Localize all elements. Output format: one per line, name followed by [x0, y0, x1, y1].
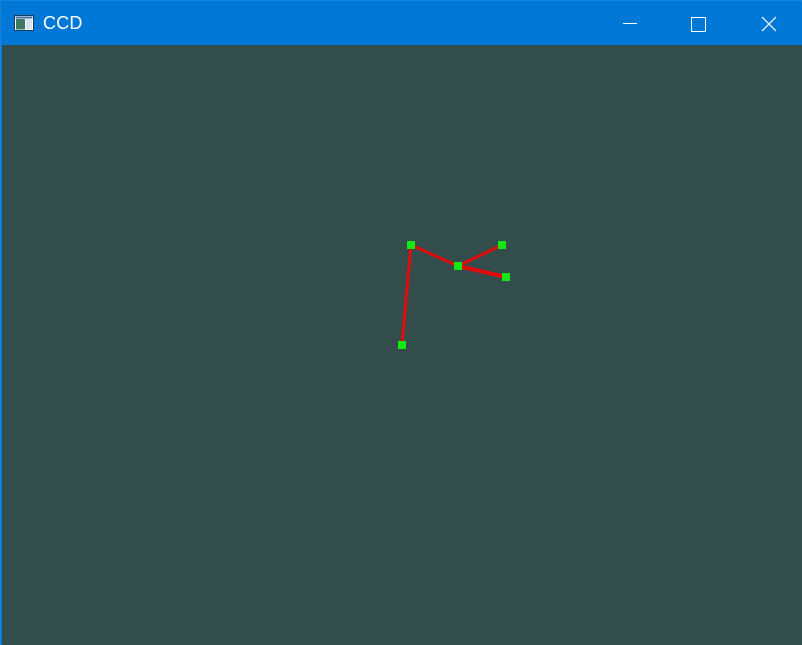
joint-marker-end-effector[interactable] — [498, 241, 506, 249]
joint-marker-wrist[interactable] — [454, 262, 462, 270]
app-window: CCD — [0, 0, 802, 645]
arm-segment — [456, 243, 504, 268]
minimize-icon — [623, 23, 637, 24]
ccd-scene — [398, 241, 510, 349]
app-window-icon — [14, 14, 34, 32]
title-bar[interactable]: CCD — [2, 2, 802, 45]
target-link — [456, 264, 508, 279]
joint-marker-elbow[interactable] — [407, 241, 415, 249]
minimize-button[interactable] — [595, 2, 663, 45]
maximize-icon — [691, 17, 706, 32]
window-title: CCD — [43, 13, 83, 33]
arm-segment — [409, 243, 460, 268]
close-icon — [761, 16, 777, 32]
render-canvas[interactable] — [2, 45, 802, 645]
target-marker[interactable] — [502, 273, 510, 281]
joint-marker-base[interactable] — [398, 341, 406, 349]
arm-segment — [400, 243, 413, 347]
maximize-button[interactable] — [663, 2, 731, 45]
close-button[interactable] — [733, 2, 801, 45]
